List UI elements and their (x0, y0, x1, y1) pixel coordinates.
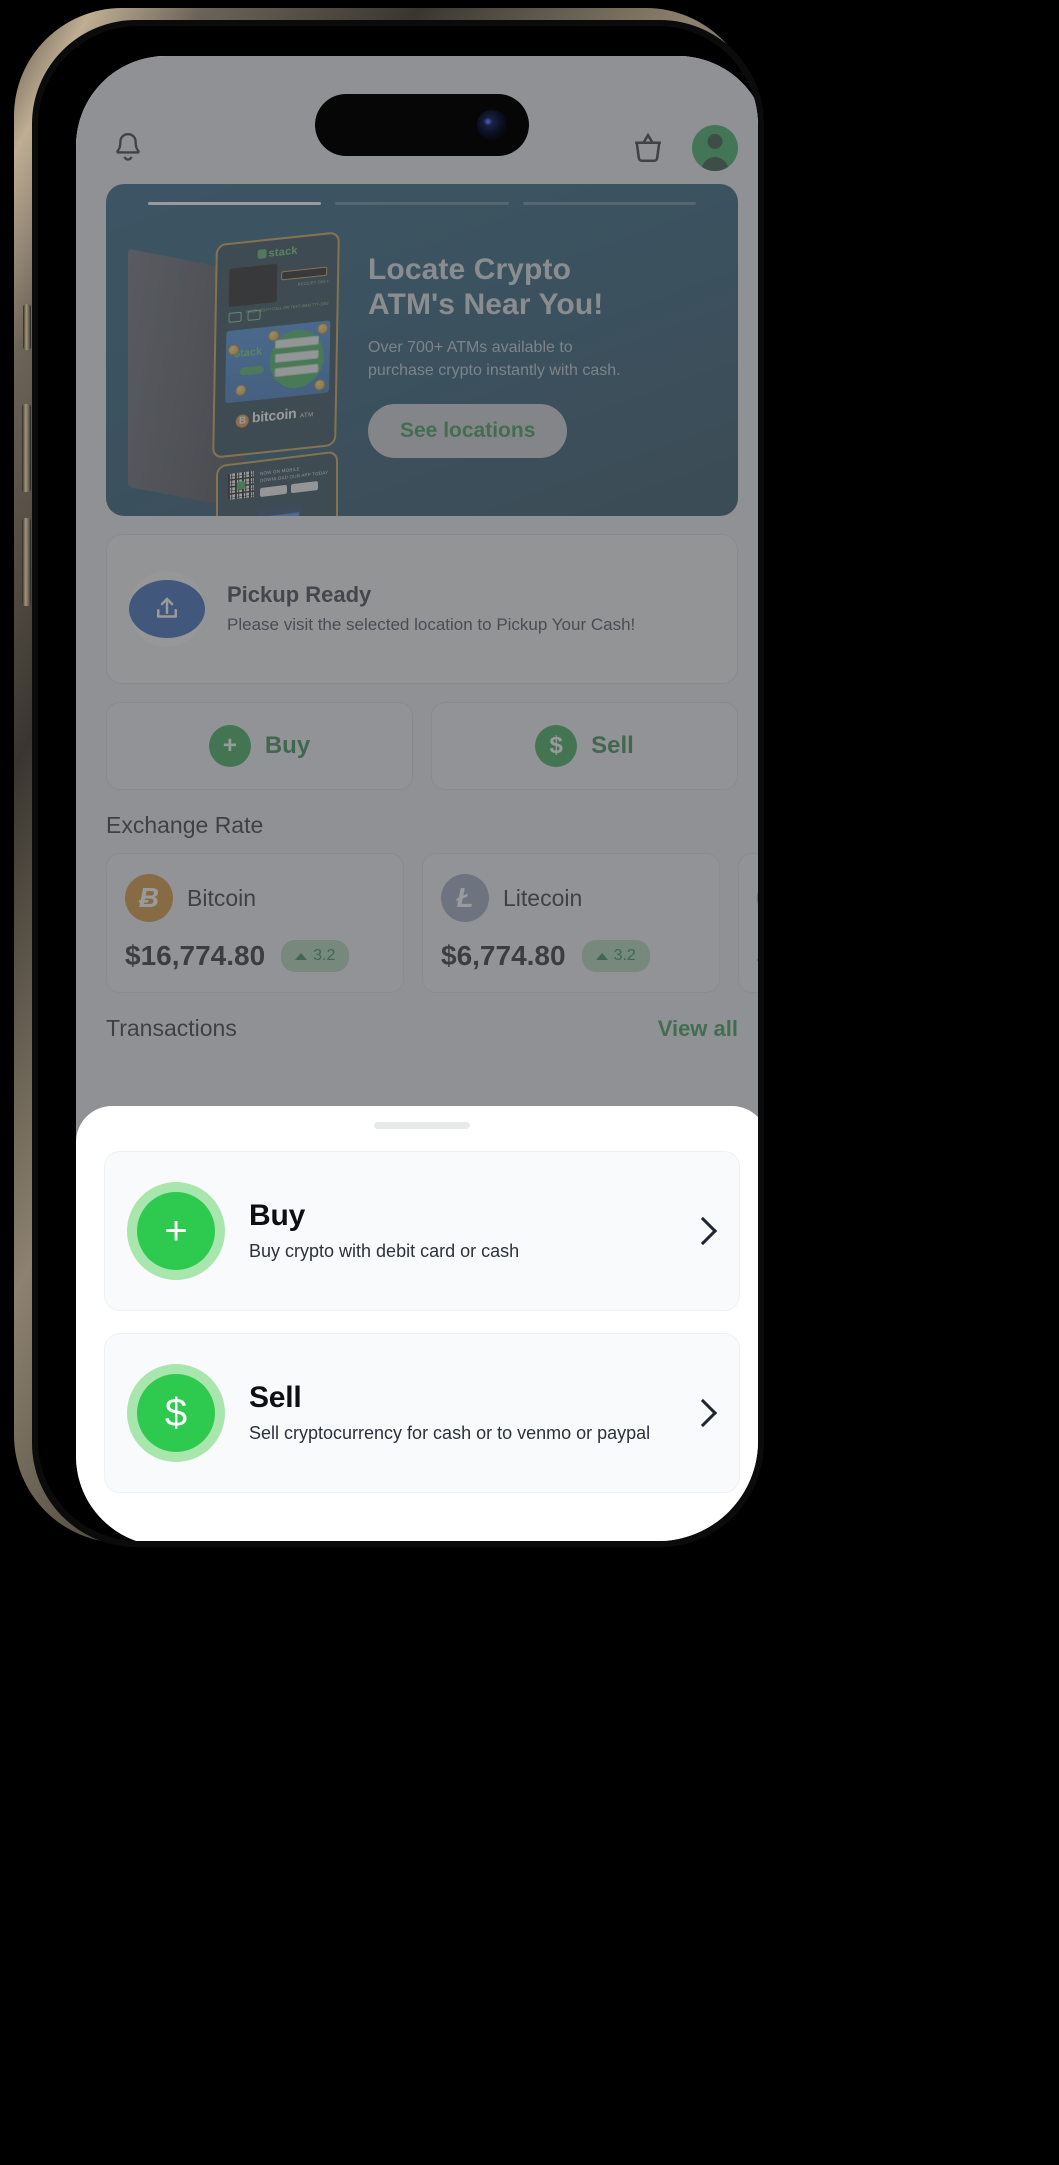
sheet-option-sell[interactable]: $ Sell Sell cryptocurrency for cash or t… (104, 1333, 740, 1493)
sell-option-title: Sell (249, 1380, 302, 1414)
bottom-sheet: + Buy Buy crypto with debit card or cash… (76, 1106, 758, 1541)
chevron-right-icon (688, 1398, 718, 1428)
sheet-drag-handle[interactable] (374, 1122, 470, 1129)
phone-screen: stack RECEIPT ONLY NEED HEL (76, 56, 758, 1541)
silent-switch[interactable] (23, 304, 31, 350)
phone-frame: stack RECEIPT ONLY NEED HEL (14, 8, 764, 1547)
front-camera (477, 110, 507, 140)
buy-option-text: Buy Buy crypto with debit card or cash (249, 1199, 683, 1263)
plus-icon: + (137, 1192, 215, 1270)
buy-option-title: Buy (249, 1198, 306, 1232)
sell-option-text: Sell Sell cryptocurrency for cash or to … (249, 1381, 683, 1445)
phone-screen-bezel: stack RECEIPT ONLY NEED HEL (38, 26, 758, 1541)
dollar-icon: $ (137, 1374, 215, 1452)
screenshot-stage: stack RECEIPT ONLY NEED HEL (0, 0, 1059, 2165)
buy-icon-ring: + (127, 1182, 225, 1280)
volume-down-button[interactable] (22, 518, 31, 606)
sheet-option-buy[interactable]: + Buy Buy crypto with debit card or cash (104, 1151, 740, 1311)
sell-option-subtitle: Sell cryptocurrency for cash or to venmo… (249, 1422, 651, 1443)
chevron-right-icon (688, 1216, 718, 1246)
dynamic-island (315, 94, 529, 156)
sell-icon-ring: $ (127, 1364, 225, 1462)
buy-option-subtitle: Buy crypto with debit card or cash (249, 1240, 520, 1261)
volume-up-button[interactable] (22, 404, 31, 492)
